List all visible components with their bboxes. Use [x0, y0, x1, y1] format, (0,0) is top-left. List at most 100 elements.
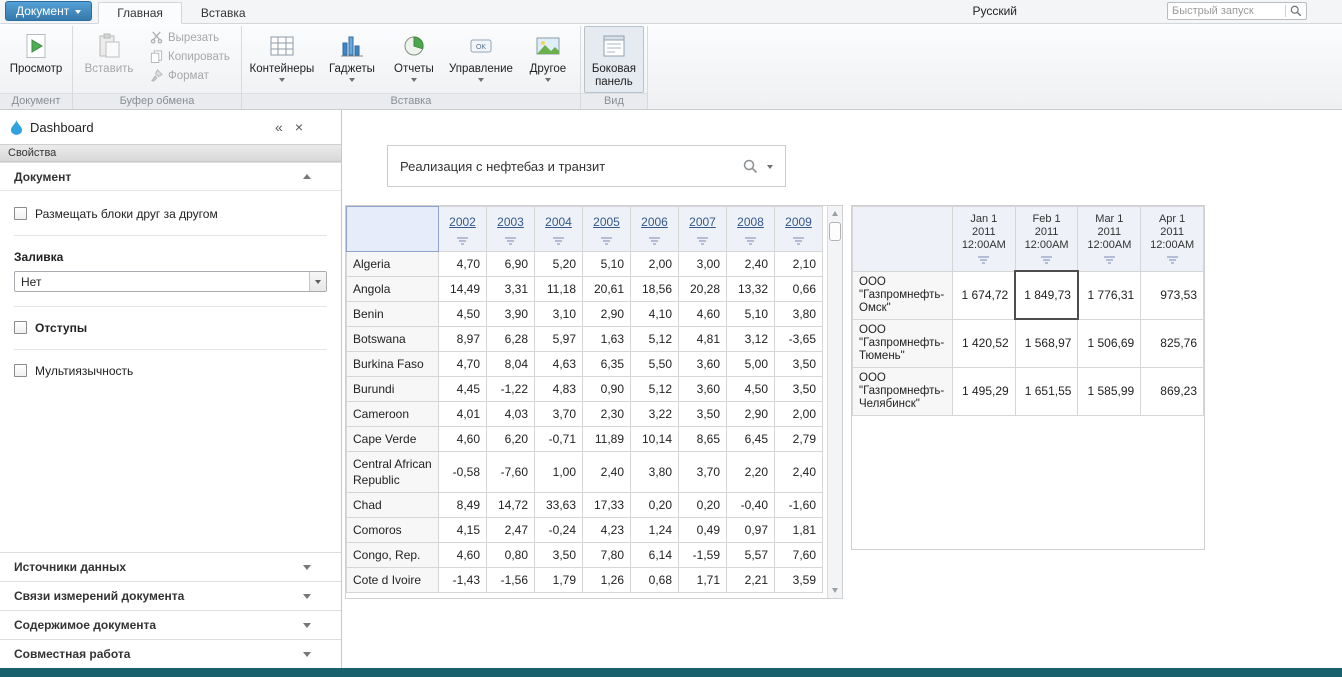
chevron-down-icon[interactable]: [767, 165, 773, 172]
data-cell[interactable]: 1 674,72: [952, 271, 1015, 319]
data-cell[interactable]: 1 506,69: [1078, 319, 1141, 367]
gadgets-button[interactable]: Гаджеты: [319, 26, 385, 93]
reports-button[interactable]: Отчеты: [385, 26, 443, 93]
section-document[interactable]: Документ: [0, 162, 341, 191]
data-cell[interactable]: 4,70: [439, 352, 487, 377]
data-cell[interactable]: 4,60: [439, 427, 487, 452]
data-cell[interactable]: 3,00: [679, 252, 727, 277]
cut-button[interactable]: Вырезать: [146, 29, 234, 46]
data-cell[interactable]: -7,60: [487, 452, 535, 493]
data-cell[interactable]: 1 651,55: [1015, 367, 1078, 415]
checkbox-multilanguage[interactable]: Мультиязычность: [14, 364, 327, 378]
filter-icon[interactable]: [697, 237, 708, 245]
row-header[interactable]: Congo, Rep.: [347, 543, 439, 568]
data-cell[interactable]: 2,00: [631, 252, 679, 277]
data-cell[interactable]: -0,58: [439, 452, 487, 493]
data-cell[interactable]: 2,21: [727, 568, 775, 593]
filter-icon[interactable]: [1167, 256, 1178, 264]
checkbox-margins[interactable]: Отступы: [14, 321, 327, 335]
data-cell[interactable]: 2,40: [727, 252, 775, 277]
checkbox[interactable]: [14, 364, 27, 377]
language-selector[interactable]: Русский: [972, 4, 1017, 18]
row-header[interactable]: Cameroon: [347, 402, 439, 427]
data-cell[interactable]: 2,79: [775, 427, 823, 452]
row-header[interactable]: Cape Verde: [347, 427, 439, 452]
data-cell[interactable]: 6,45: [727, 427, 775, 452]
data-cell[interactable]: 1,79: [535, 568, 583, 593]
close-panel-button[interactable]: ×: [289, 119, 309, 135]
selected-cell[interactable]: 1 849,73: [1015, 271, 1078, 319]
data-cell[interactable]: 3,50: [535, 543, 583, 568]
data-cell[interactable]: -0,71: [535, 427, 583, 452]
filter-icon[interactable]: [553, 237, 564, 245]
data-cell[interactable]: 3,60: [679, 352, 727, 377]
data-cell[interactable]: 0,90: [583, 377, 631, 402]
data-cell[interactable]: 0,68: [631, 568, 679, 593]
data-cell[interactable]: 3,31: [487, 277, 535, 302]
filter-icon[interactable]: [793, 237, 804, 245]
data-cell[interactable]: 1 495,29: [952, 367, 1015, 415]
data-cell[interactable]: 1,00: [535, 452, 583, 493]
data-cell[interactable]: 1 420,52: [952, 319, 1015, 367]
other-button[interactable]: Другое: [519, 26, 577, 93]
data-cell[interactable]: 4,63: [535, 352, 583, 377]
data-cell[interactable]: 2,30: [583, 402, 631, 427]
data-cell[interactable]: 3,70: [679, 452, 727, 493]
data-cell[interactable]: -3,65: [775, 327, 823, 352]
column-header[interactable]: 2002: [439, 207, 487, 252]
scroll-up-button[interactable]: [828, 206, 842, 221]
data-cell[interactable]: 2,47: [487, 518, 535, 543]
corner-cell[interactable]: [347, 207, 439, 252]
data-cell[interactable]: 6,14: [631, 543, 679, 568]
data-cell[interactable]: 973,53: [1141, 271, 1204, 319]
scroll-thumb[interactable]: [829, 222, 841, 241]
data-cell[interactable]: 4,60: [679, 302, 727, 327]
data-cell[interactable]: 1 776,31: [1078, 271, 1141, 319]
data-cell[interactable]: 3,59: [775, 568, 823, 593]
data-cell[interactable]: 8,49: [439, 493, 487, 518]
data-cell[interactable]: 2,10: [775, 252, 823, 277]
column-header[interactable]: 2007: [679, 207, 727, 252]
row-header[interactable]: ООО "Газпромнефть-Омск": [853, 271, 953, 319]
copy-button[interactable]: Копировать: [146, 48, 234, 65]
data-cell[interactable]: 5,97: [535, 327, 583, 352]
data-cell[interactable]: 3,50: [775, 377, 823, 402]
data-cell[interactable]: -1,22: [487, 377, 535, 402]
data-cell[interactable]: 4,60: [439, 543, 487, 568]
data-cell[interactable]: 6,28: [487, 327, 535, 352]
column-header[interactable]: 2004: [535, 207, 583, 252]
vertical-scrollbar[interactable]: [827, 206, 842, 598]
column-header[interactable]: 2005: [583, 207, 631, 252]
data-cell[interactable]: 0,66: [775, 277, 823, 302]
data-cell[interactable]: -1,59: [679, 543, 727, 568]
data-cell[interactable]: 8,65: [679, 427, 727, 452]
data-cell[interactable]: 4,03: [487, 402, 535, 427]
checkbox-arrange-blocks[interactable]: Размещать блоки друг за другом: [14, 207, 327, 221]
data-cell[interactable]: 11,89: [583, 427, 631, 452]
row-header[interactable]: Cote d Ivoire: [347, 568, 439, 593]
checkbox[interactable]: [14, 207, 27, 220]
data-cell[interactable]: 3,90: [487, 302, 535, 327]
side-panel-toggle-button[interactable]: Боковая панель: [584, 26, 644, 93]
data-cell[interactable]: 3,60: [679, 377, 727, 402]
filter-icon[interactable]: [745, 237, 756, 245]
data-cell[interactable]: 0,49: [679, 518, 727, 543]
data-cell[interactable]: -1,60: [775, 493, 823, 518]
data-cell[interactable]: 5,10: [583, 252, 631, 277]
data-cell[interactable]: 13,32: [727, 277, 775, 302]
fill-dropdown[interactable]: Нет: [14, 271, 327, 292]
filter-icon[interactable]: [1104, 256, 1115, 264]
data-cell[interactable]: 2,20: [727, 452, 775, 493]
scroll-down-button[interactable]: [828, 583, 842, 598]
data-cell[interactable]: 0,80: [487, 543, 535, 568]
column-header[interactable]: 2006: [631, 207, 679, 252]
column-header[interactable]: Apr 1 2011 12:00AM: [1141, 207, 1204, 272]
data-cell[interactable]: 4,50: [727, 377, 775, 402]
section-dimension-links[interactable]: Связи измерений документа: [0, 581, 341, 610]
data-cell[interactable]: 3,50: [679, 402, 727, 427]
data-cell[interactable]: 20,28: [679, 277, 727, 302]
row-header[interactable]: Angola: [347, 277, 439, 302]
data-cell[interactable]: -0,24: [535, 518, 583, 543]
data-cell[interactable]: 4,15: [439, 518, 487, 543]
row-header[interactable]: Algeria: [347, 252, 439, 277]
